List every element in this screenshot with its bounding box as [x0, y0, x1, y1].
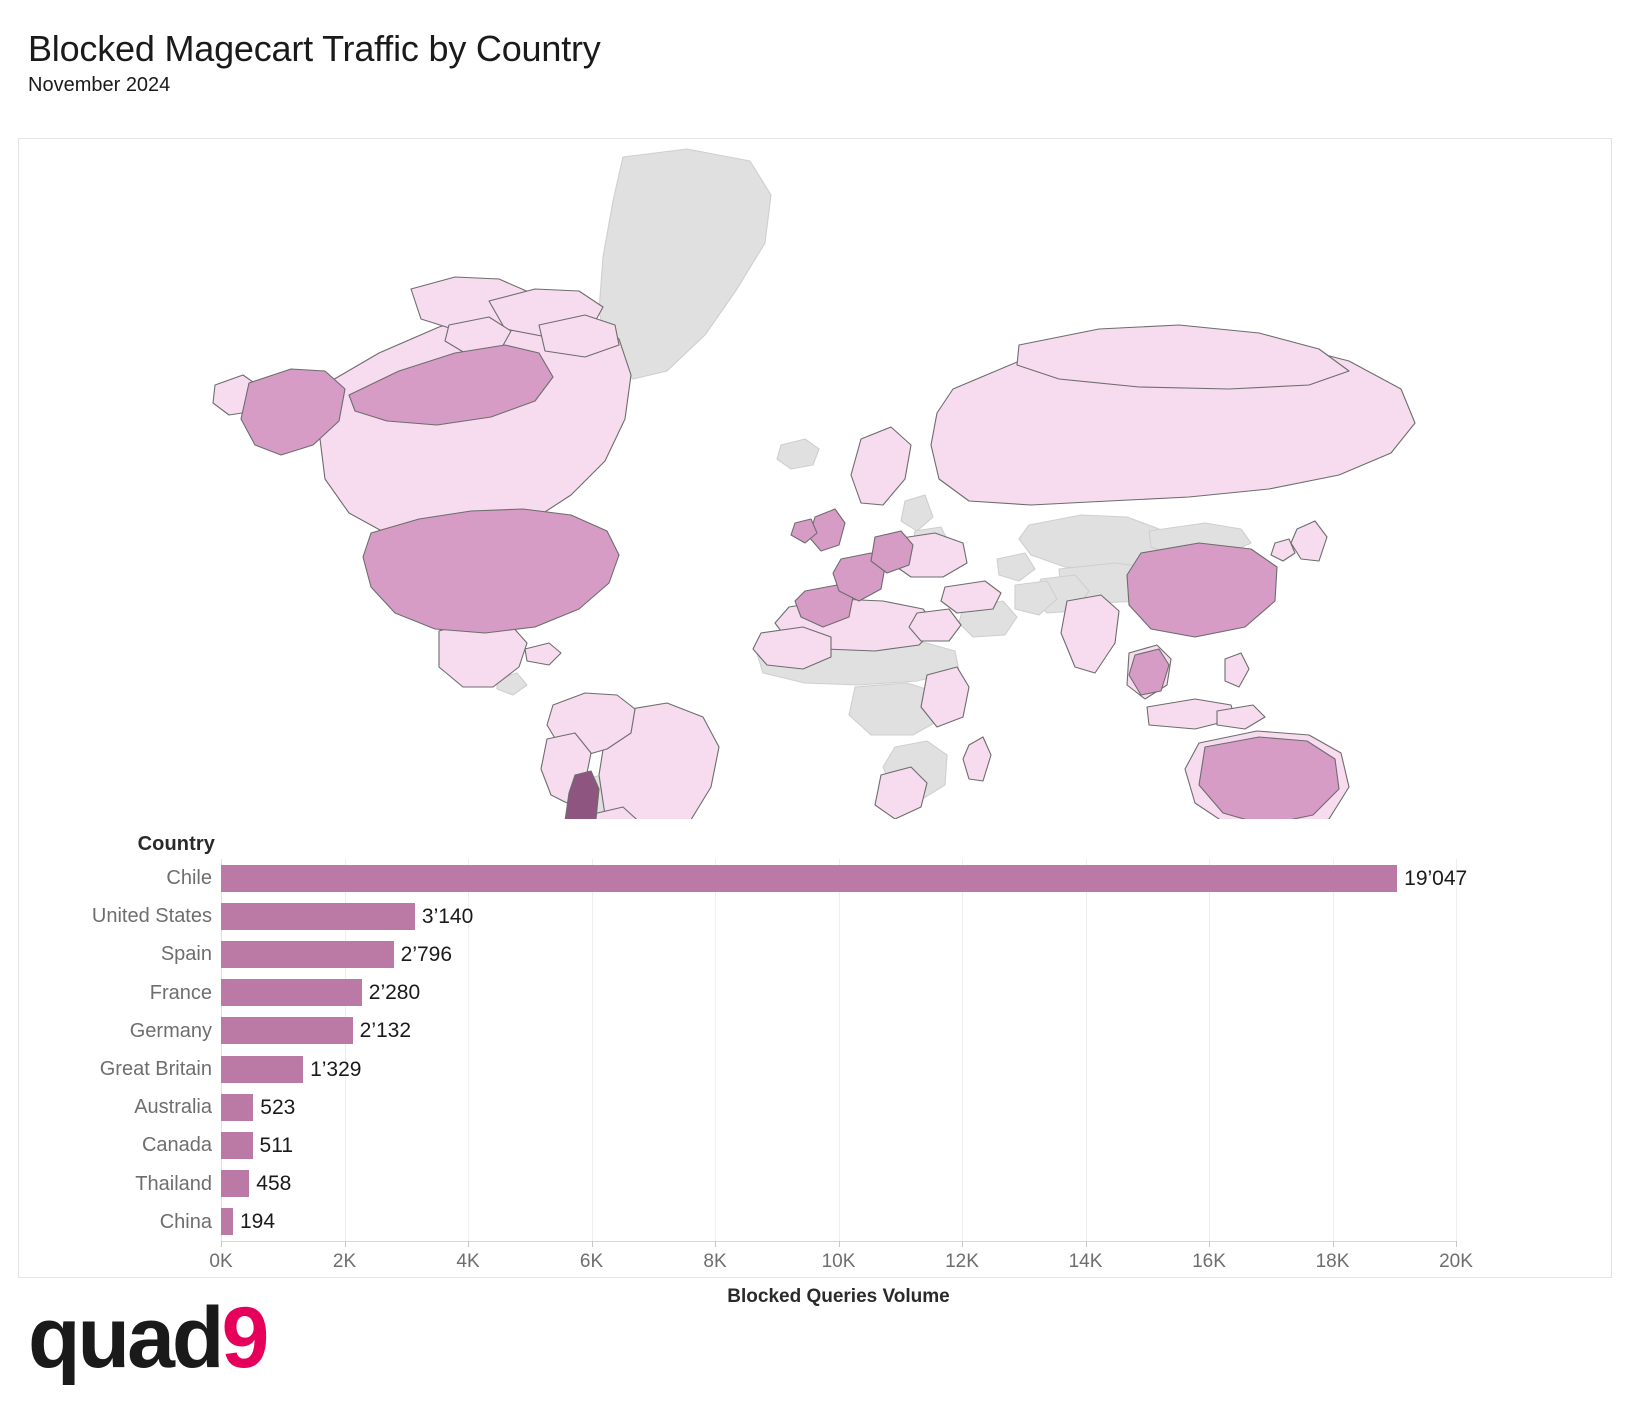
bar-rows: Chile 19’047 United States 3’140 Spain 2’796 F… — [92, 859, 1467, 1241]
page-title: Blocked Magecart Traffic by Country — [28, 28, 601, 69]
bar[interactable] — [221, 1170, 250, 1198]
x-axis-tick-label: 18K — [1315, 1251, 1350, 1272]
bar-value-label: 1’329 — [310, 1057, 362, 1081]
bar[interactable] — [221, 864, 1398, 892]
bar-row[interactable]: Germany 2’132 — [130, 1012, 1456, 1050]
x-axis-tick — [221, 1241, 222, 1247]
x-axis-tick — [962, 1241, 963, 1247]
bar-row-label: United States — [91, 905, 212, 928]
x-axis-tick-label: 14K — [1068, 1251, 1103, 1272]
bar-row-label: Spain — [160, 943, 212, 966]
bar-row-label: Thailand — [135, 1172, 212, 1195]
x-axis-tick — [468, 1241, 469, 1247]
x-axis-tick-label: 16K — [1192, 1251, 1226, 1272]
bar-row-label: Great Britain — [99, 1058, 212, 1081]
bar[interactable] — [221, 1093, 254, 1121]
x-axis-tick — [344, 1241, 346, 1247]
bar-value-label: 2’796 — [400, 942, 453, 966]
bar[interactable] — [221, 1017, 353, 1045]
bar-row-label: Germany — [129, 1019, 212, 1042]
x-axis-title: Blocked Queries Volume — [727, 1286, 950, 1307]
x-axis-tick — [1085, 1241, 1087, 1247]
bar-value-label: 19’047 — [1404, 866, 1468, 890]
x-axis-tick — [591, 1241, 593, 1247]
x-axis-tick — [838, 1241, 840, 1247]
page-subtitle: November 2024 — [28, 74, 171, 97]
bar-value-label: 3’140 — [421, 904, 474, 928]
y-axis-title: Country — [137, 833, 215, 855]
bar-plot-area: Chile 19’047 United States 3’140 Spain 2’796 F… — [92, 859, 1467, 1241]
report-page: Blocked Magecart Traffic by Country Nove… — [0, 0, 1630, 1424]
x-axis-tick-label: 10K — [821, 1251, 856, 1272]
world-choropleth-map[interactable] — [19, 139, 1611, 819]
bar-row-label: Australia — [134, 1096, 212, 1119]
x-axis-tick — [715, 1241, 716, 1247]
x-axis-tick-label: 8K — [703, 1251, 727, 1272]
quad9-logo[interactable]: quad 9 — [28, 1290, 269, 1386]
logo-text-dark: quad — [28, 1290, 224, 1386]
x-axis-tick — [1332, 1241, 1334, 1247]
bar-value-label: 523 — [260, 1095, 296, 1119]
map-svg — [212, 148, 1416, 819]
bar-row[interactable]: Spain 2’796 — [161, 935, 1456, 973]
bar-row[interactable]: Canada 511 — [142, 1126, 1456, 1164]
bar-chart: Country Chile 19’047 United States 3’140 Spa… — [19, 819, 1611, 1307]
bar[interactable] — [221, 979, 362, 1007]
bar-row[interactable]: Australia 523 — [134, 1088, 1456, 1126]
bar-row-label: Canada — [141, 1134, 212, 1157]
bar-row[interactable]: China 194 — [160, 1203, 1456, 1241]
x-axis-tick-label: 2K — [332, 1251, 357, 1272]
x-axis-tick-label: 12K — [945, 1251, 979, 1272]
header: Blocked Magecart Traffic by Country Nove… — [28, 28, 1228, 97]
x-axis-tick-label: 4K — [456, 1251, 480, 1272]
gridline — [1456, 859, 1457, 1241]
bar[interactable] — [221, 1208, 233, 1236]
bar-row-label: France — [149, 981, 212, 1004]
chart-card: Country Chile 19’047 United States 3’140 Spa… — [18, 138, 1612, 1307]
bar-row[interactable]: France 2’280 — [150, 974, 1456, 1012]
bar-row[interactable]: United States 3’140 — [92, 897, 1456, 935]
logo-text-accent: 9 — [221, 1290, 269, 1386]
bar-value-label: 511 — [259, 1133, 294, 1157]
bar[interactable] — [221, 902, 415, 930]
bar-row-label: Chile — [166, 867, 212, 890]
bar-value-label: 2’132 — [359, 1019, 412, 1043]
bar-row-label: China — [159, 1210, 212, 1233]
bar[interactable] — [221, 1055, 304, 1083]
bar-row[interactable]: Thailand 458 — [135, 1165, 1456, 1203]
bar-value-label: 194 — [239, 1210, 276, 1234]
bar-row[interactable]: Chile 19’047 — [166, 859, 1467, 897]
x-axis-tick — [1456, 1241, 1457, 1247]
bar-row[interactable]: Great Britain 1’329 — [100, 1050, 1456, 1088]
bar[interactable] — [221, 1131, 253, 1159]
bar[interactable] — [221, 940, 394, 968]
x-axis-tick-label: 0K — [209, 1251, 233, 1272]
x-axis-tick-label: 20K — [1439, 1251, 1473, 1272]
x-axis-tick — [1209, 1241, 1210, 1247]
bar-value-label: 458 — [256, 1172, 292, 1196]
x-axis-tick-label: 6K — [579, 1251, 604, 1272]
bar-value-label: 2’280 — [368, 981, 421, 1005]
